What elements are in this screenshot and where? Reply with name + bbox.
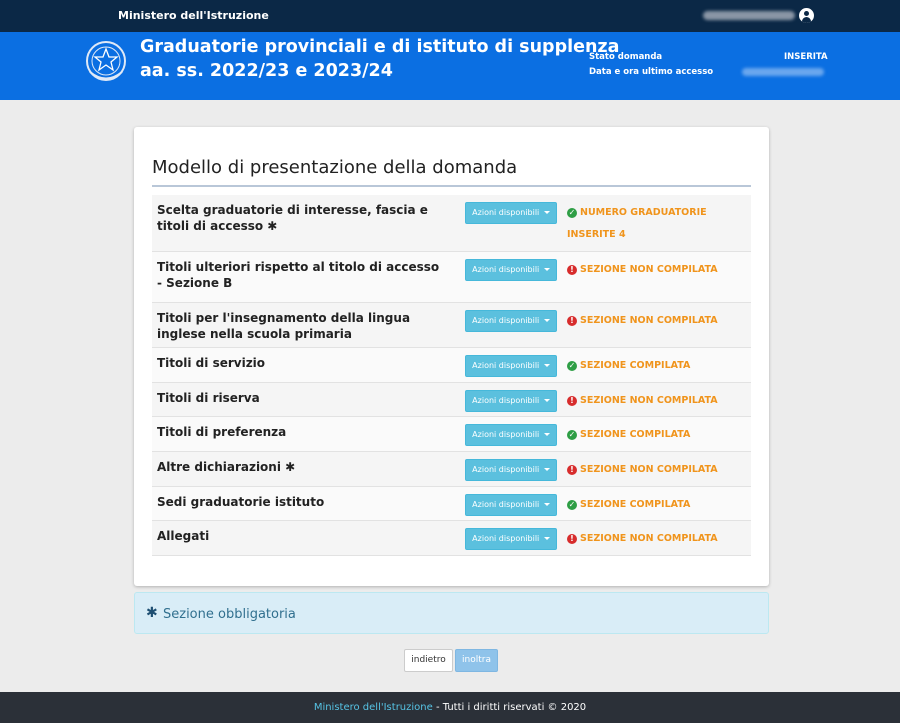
back-button[interactable]: indietro xyxy=(404,649,453,672)
table-row: Titoli di preferenza Azioni disponibili … xyxy=(152,417,751,452)
page-title: Modello di presentazione della domanda xyxy=(152,157,518,178)
error-circle-icon: ! xyxy=(567,534,577,544)
actions-dropdown-button[interactable]: Azioni disponibili xyxy=(465,424,557,446)
section-label: Altre dichiarazioni ✱ xyxy=(157,460,296,474)
caret-down-icon xyxy=(543,503,550,506)
section-label: Titoli di riserva xyxy=(157,391,260,405)
check-circle-icon: ✓ xyxy=(567,361,577,371)
section-label: Sedi graduatorie istituto xyxy=(157,495,325,509)
page-header: Graduatorie provinciali e di istituto di… xyxy=(0,32,900,100)
section-label: Titoli di preferenza xyxy=(157,425,287,439)
actions-dropdown-button[interactable]: Azioni disponibili xyxy=(465,259,557,281)
table-row: Titoli di servizio Azioni disponibili ✓ S… xyxy=(152,348,751,383)
error-circle-icon: ! xyxy=(567,316,577,326)
table-row: Titoli di riserva Azioni disponibili ! SE… xyxy=(152,383,751,417)
main-card: Modello di presentazione della domanda S… xyxy=(134,127,769,586)
error-circle-icon: ! xyxy=(567,396,577,406)
check-circle-icon: ✓ xyxy=(567,208,577,218)
actions-dropdown-button[interactable]: Azioni disponibili xyxy=(465,528,557,550)
caret-down-icon xyxy=(543,468,550,471)
actions-dropdown-button[interactable]: Azioni disponibili xyxy=(465,355,557,377)
title-divider xyxy=(152,185,751,187)
actions-dropdown-button[interactable]: Azioni disponibili xyxy=(465,202,557,224)
send-button[interactable]: inoltra xyxy=(455,649,498,672)
actions-dropdown-button[interactable]: Azioni disponibili xyxy=(465,310,557,332)
app-title-line1: Graduatorie provinciali e di istituto di… xyxy=(140,37,620,57)
section-label: Titoli per l'insegnamento della lingua i… xyxy=(157,311,411,341)
error-circle-icon: ! xyxy=(567,265,577,275)
section-label: Titoli di servizio xyxy=(157,356,266,370)
user-circle-icon[interactable] xyxy=(799,8,814,23)
table-row: Sedi graduatorie istituto Azioni disponi… xyxy=(152,487,751,521)
mandatory-asterisk-icon: ✱ xyxy=(285,460,296,474)
caret-down-icon xyxy=(543,319,550,322)
caret-down-icon xyxy=(543,211,550,214)
caret-down-icon xyxy=(543,537,550,540)
status-value: INSERITA xyxy=(784,52,828,62)
footer-rights: - Tutti i diritti riservati © 2020 xyxy=(432,702,587,713)
table-row: Titoli ulteriori rispetto al titolo di a… xyxy=(152,252,751,303)
last-access-label: Data e ora ultimo accesso xyxy=(589,67,714,77)
section-status: ! SEZIONE NON COMPILATA xyxy=(567,310,747,332)
actions-dropdown-button[interactable]: Azioni disponibili xyxy=(465,459,557,481)
actions-dropdown-button[interactable]: Azioni disponibili xyxy=(465,390,557,412)
mandatory-asterisk-icon: ✱ xyxy=(146,605,158,621)
last-access-value-redacted xyxy=(742,68,824,76)
status-label: Stato domanda xyxy=(589,52,663,62)
section-label: Scelta graduatorie di interesse, fascia … xyxy=(157,203,428,233)
table-row: Allegati Azioni disponibili ! SEZIONE NON… xyxy=(152,521,751,556)
ministry-name: Ministero dell'Istruzione xyxy=(118,9,269,22)
section-status: ✓ SEZIONE COMPILATA xyxy=(567,429,691,440)
section-status: ! SEZIONE NON COMPILATA xyxy=(567,459,747,481)
mandatory-asterisk-icon: ✱ xyxy=(267,219,278,233)
check-circle-icon: ✓ xyxy=(567,430,577,440)
section-status: ✓ SEZIONE COMPILATA xyxy=(567,499,691,510)
section-label: Titoli ulteriori rispetto al titolo di a… xyxy=(157,260,440,290)
caret-down-icon xyxy=(543,433,550,436)
footer: Ministero dell'Istruzione - Tutti i diri… xyxy=(0,692,900,723)
table-row: Titoli per l'insegnamento della lingua i… xyxy=(152,303,751,348)
section-status: ! SEZIONE NON COMPILATA xyxy=(567,390,747,412)
app-title-line2: aa. ss. 2022/23 e 2023/24 xyxy=(140,61,393,81)
mandatory-notice: ✱ Sezione obbligatoria xyxy=(134,592,769,634)
section-label: Allegati xyxy=(157,529,210,543)
caret-down-icon xyxy=(543,268,550,271)
check-circle-icon: ✓ xyxy=(567,500,577,510)
republic-emblem-icon xyxy=(86,41,126,81)
top-bar: Ministero dell'Istruzione xyxy=(0,0,900,32)
section-status: ✓ SEZIONE COMPILATA xyxy=(567,360,691,371)
actions-dropdown-button[interactable]: Azioni disponibili xyxy=(465,494,557,516)
mandatory-notice-text: Sezione obbligatoria xyxy=(163,607,296,622)
table-row: Scelta graduatorie di interesse, fascia … xyxy=(152,195,751,252)
section-status: ! SEZIONE NON COMPILATA xyxy=(567,528,747,550)
section-status: ✓ NUMERO GRADUATORIE INSERITE 4 xyxy=(567,207,707,240)
caret-down-icon xyxy=(543,364,550,367)
footer-ministry-link[interactable]: Ministero dell'Istruzione xyxy=(314,702,433,713)
caret-down-icon xyxy=(543,399,550,402)
section-status: ! SEZIONE NON COMPILATA xyxy=(567,259,747,281)
user-name-redacted[interactable] xyxy=(703,11,795,20)
table-row: Altre dichiarazioni ✱ Azioni disponibili… xyxy=(152,452,751,487)
error-circle-icon: ! xyxy=(567,465,577,475)
